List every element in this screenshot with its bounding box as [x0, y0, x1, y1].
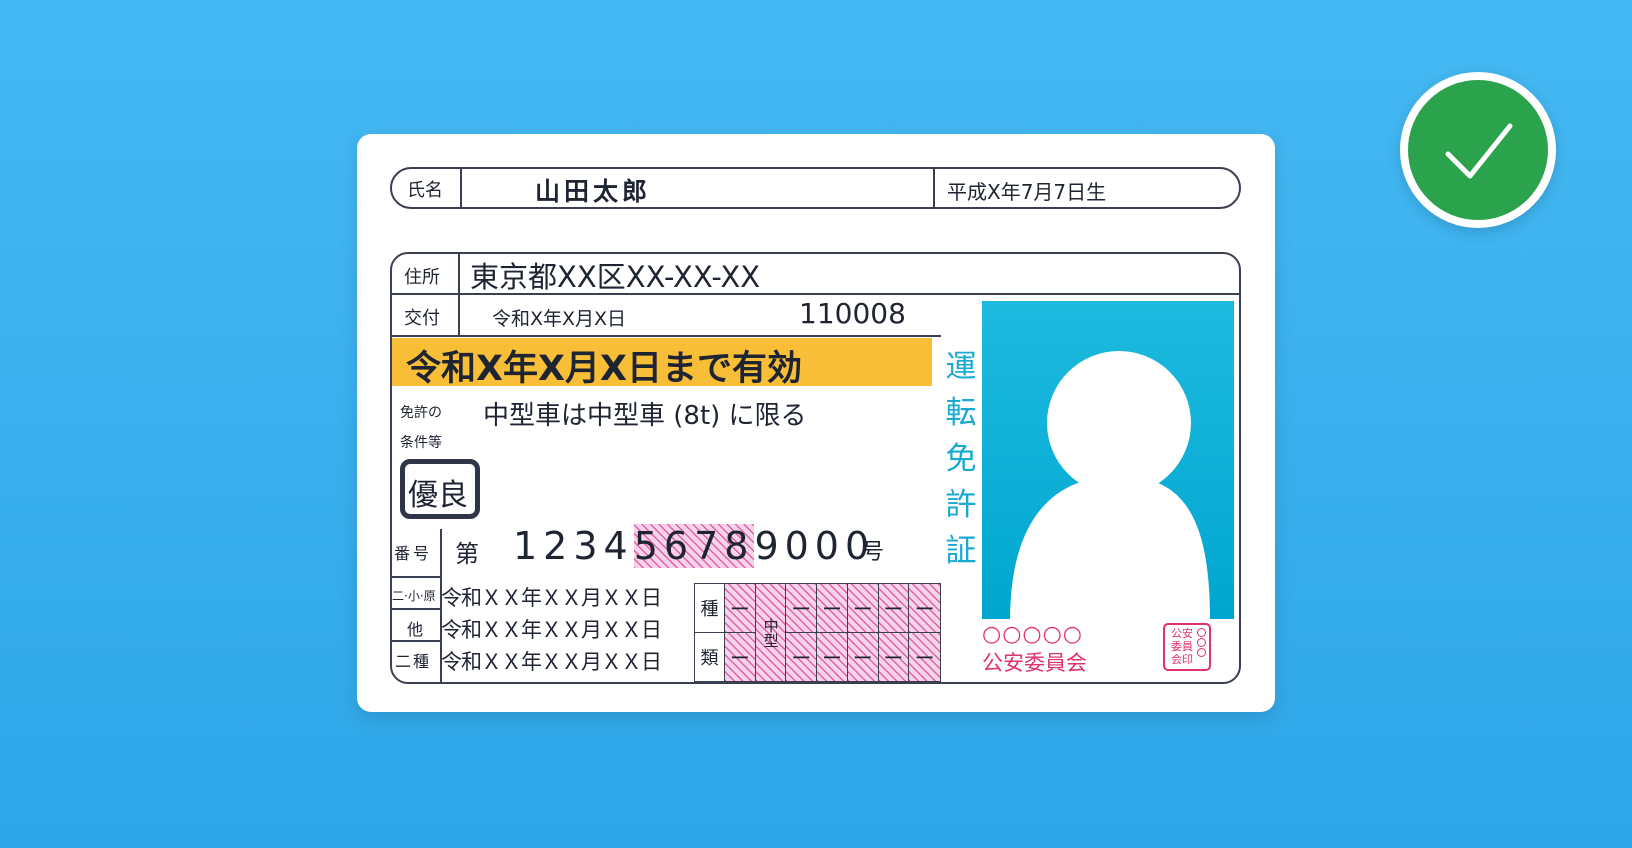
- title-char: 運: [945, 349, 977, 385]
- title-char: 許: [945, 487, 977, 523]
- validity-text: 令和X年X月X日まで有効: [406, 349, 802, 389]
- photo-area: [982, 301, 1234, 619]
- commission-name: 公安委員会: [982, 651, 1087, 675]
- conditions-label-2: 条件等: [400, 435, 442, 451]
- license-number: 123456789000: [513, 524, 875, 568]
- title-char: 免: [945, 441, 977, 477]
- type-label-2: 類: [695, 632, 725, 681]
- type-cell: ー: [786, 584, 818, 633]
- category-label-3: 二種: [395, 652, 432, 671]
- checkmark-icon: [1445, 123, 1513, 179]
- title-char: 証: [945, 533, 977, 569]
- official-seal: 公安委員会印: [1163, 623, 1211, 671]
- type-cell: ー: [725, 632, 756, 681]
- type-cell: ー: [786, 632, 818, 681]
- category-date-2: 令和ＸＸ年ＸＸ月ＸＸ日: [441, 618, 662, 642]
- title-char: 転: [945, 395, 977, 431]
- type-cell: ー: [817, 584, 848, 633]
- license-number-tail: 9000: [754, 524, 876, 568]
- seal-circles: [1197, 628, 1207, 657]
- conditions-value: 中型車は中型車 (8t) に限る: [483, 401, 807, 431]
- type-label-1: 種: [695, 584, 725, 633]
- excellent-driver-badge: 優良: [400, 459, 480, 519]
- birth-date: 平成X年7月7日生: [947, 180, 1107, 204]
- drivers-license-card: 氏名 山田太郎 平成X年7月7日生 住所 東京都XX区XX-XX-XX 交付 令…: [357, 134, 1275, 712]
- name-label: 氏名: [407, 180, 443, 201]
- license-number-highlight: 5678: [633, 524, 755, 568]
- address-value: 東京都XX区XX-XX-XX: [470, 260, 761, 294]
- category-label-1: 二·小·原: [392, 589, 436, 603]
- commission-circles: ○○○○○: [982, 622, 1083, 647]
- category-date-1: 令和ＸＸ年ＸＸ月ＸＸ日: [441, 586, 662, 610]
- type-cell: ー: [878, 632, 910, 681]
- number-suffix: 号: [862, 540, 885, 565]
- validity-bar: 令和X年X月X日まで有効: [392, 338, 932, 389]
- type-cell: ー: [847, 632, 879, 681]
- name-row: [390, 167, 1241, 209]
- name-value: 山田太郎: [535, 177, 652, 206]
- number-label: 番号: [394, 544, 433, 563]
- type-cell: ー: [878, 584, 910, 633]
- category-date-3: 令和ＸＸ年ＸＸ月ＸＸ日: [441, 650, 662, 674]
- person-silhouette-icon: [1010, 351, 1210, 619]
- category-label-2: 他: [407, 620, 424, 639]
- seal-text: 公安委員会印: [1171, 627, 1193, 666]
- type-cell: ー: [725, 584, 756, 633]
- type-cell: ー: [847, 584, 879, 633]
- address-label: 住所: [404, 267, 440, 288]
- verified-checkmark-badge: [1400, 72, 1556, 228]
- number-prefix: 第: [455, 540, 479, 568]
- license-vertical-title: 運 転 免 許 証: [941, 344, 981, 574]
- excellent-badge-text: 優良: [408, 478, 468, 513]
- issue-label: 交付: [404, 308, 440, 329]
- issue-number: 110008: [799, 297, 906, 330]
- license-type-grid: 種 ー 中型 ー ー ー ー ー 類 ー ー ー ー ー ー: [694, 583, 941, 682]
- license-number-head: 1234: [513, 524, 634, 568]
- type-cell: ー: [909, 584, 940, 633]
- type-cell-medium: 中型: [755, 584, 787, 681]
- conditions-label-1: 免許の: [400, 405, 442, 421]
- type-cell: ー: [909, 632, 940, 681]
- issue-date: 令和X年X月X日: [492, 308, 627, 330]
- type-cell: ー: [817, 632, 848, 681]
